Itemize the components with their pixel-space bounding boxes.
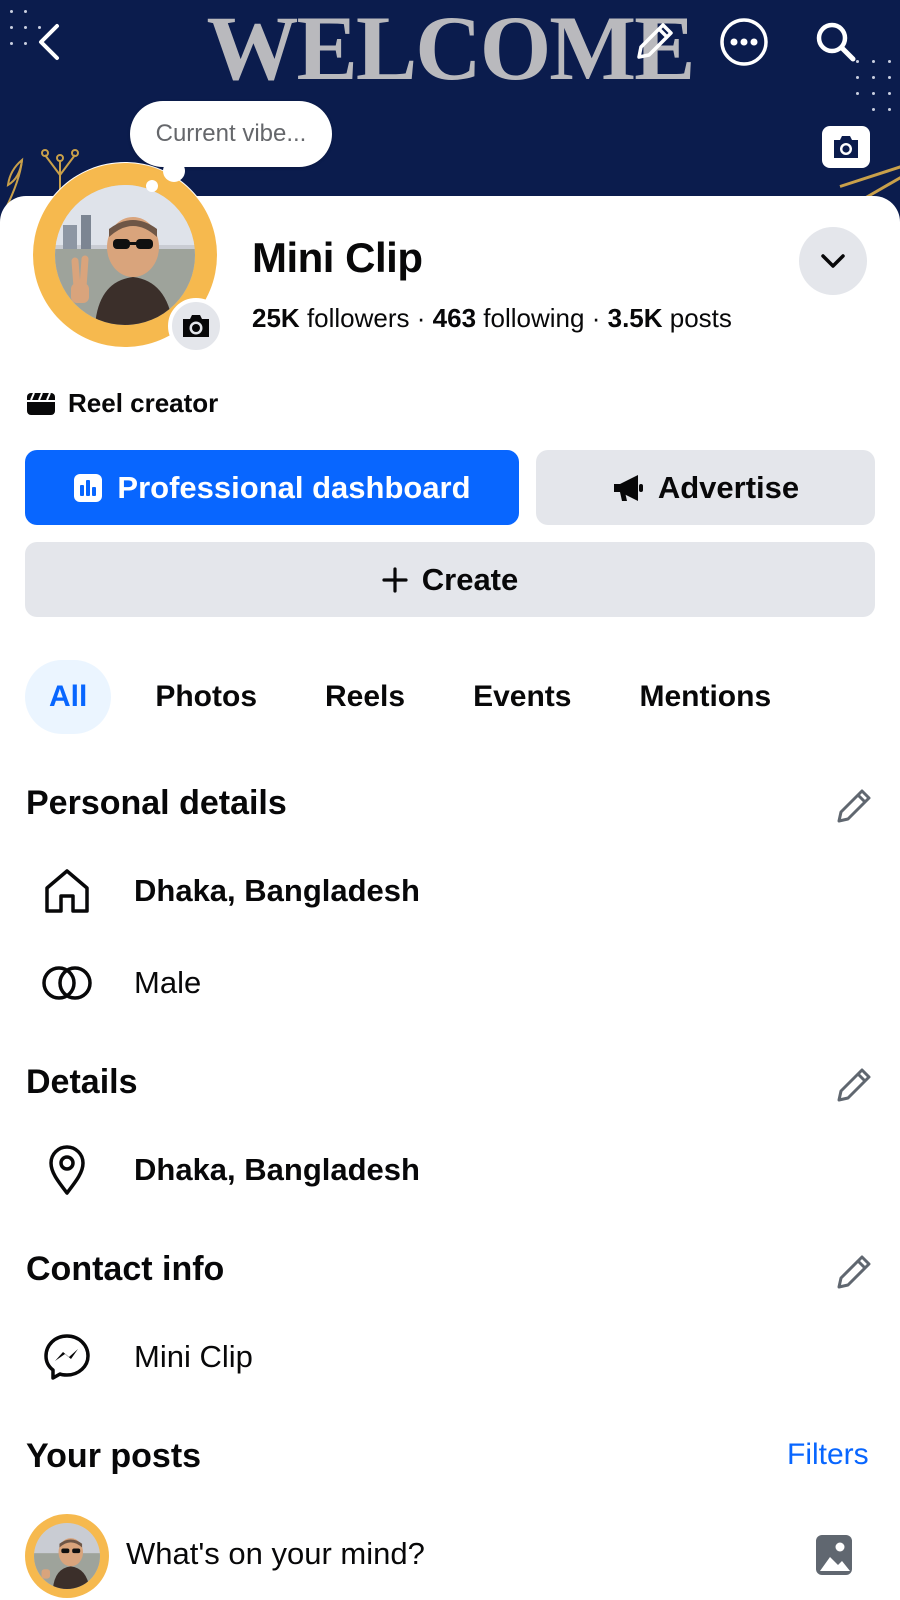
profile-name: Mini Clip [252,234,423,281]
photo-icon [814,1533,854,1577]
following-link[interactable]: 463 following [433,303,585,333]
location-text: Dhaka, Bangladesh [134,1152,420,1187]
create-label: Create [421,561,519,597]
dashboard-chart-icon [73,473,103,503]
messenger-text: Mini Clip [134,1339,253,1374]
your-posts-title: Your posts [26,1437,202,1475]
pencil-icon [834,1065,874,1105]
gender-icon [40,956,94,1010]
filters-link[interactable]: Filters [787,1438,869,1472]
plus-icon [382,566,408,593]
camera-icon [180,312,212,340]
avatar-photo [55,185,195,325]
create-button[interactable]: Create [25,542,875,617]
contact-info-title: Contact info [26,1250,225,1288]
search-icon[interactable] [810,16,862,68]
more-icon[interactable] [718,16,770,68]
profile-options-button[interactable] [799,227,867,295]
professional-dashboard-label: Professional dashboard [117,469,471,505]
gender-text: Male [134,965,202,1000]
profile-tabs: All Photos Reels Events Mentions [25,660,815,734]
edit-details-button[interactable] [834,1065,874,1105]
tab-events[interactable]: Events [449,660,595,734]
reel-creator-label: Reel creator [68,388,219,418]
edit-personal-details-button[interactable] [834,786,874,826]
edit-contact-info-button[interactable] [834,1252,874,1292]
chevron-down-icon [819,252,847,270]
clapperboard-icon [26,392,56,416]
pencil-icon[interactable] [628,16,680,68]
avatar-photo [34,1523,100,1589]
reel-creator-badge: Reel creator [26,388,218,419]
tab-photos[interactable]: Photos [131,660,281,734]
status-note-bubble[interactable]: Current vibe... [130,101,332,167]
camera-icon [831,134,861,160]
location-pin-icon [40,1143,94,1197]
detail-row-location: Dhaka, Bangladesh [40,1143,420,1197]
tab-reels[interactable]: Reels [301,660,429,734]
back-arrow-icon[interactable] [24,16,76,68]
add-photo-button[interactable] [814,1533,854,1577]
composer-avatar[interactable] [25,1514,109,1598]
pencil-icon [834,1252,874,1292]
detail-row-gender: Male [40,956,201,1010]
cover-camera-button[interactable] [822,126,870,168]
tab-mentions[interactable]: Mentions [615,660,795,734]
status-bubble-tail [146,180,158,192]
status-bubble-tail [163,160,185,182]
messenger-icon [40,1330,94,1384]
advertise-label: Advertise [657,469,800,505]
avatar-camera-button[interactable] [168,298,224,354]
hometown-text: Dhaka, Bangladesh [134,873,420,908]
advertise-button[interactable]: Advertise [536,450,875,525]
followers-link[interactable]: 25K followers [252,303,410,333]
tab-all[interactable]: All [25,660,112,734]
status-note-text: Current vibe... [155,120,307,147]
posts-count: 3.5K posts [607,303,732,333]
detail-row-hometown: Dhaka, Bangladesh [40,864,420,918]
composer-input[interactable]: What's on your mind? [126,1536,425,1572]
pencil-icon [834,786,874,826]
megaphone-icon [612,473,644,503]
detail-row-messenger: Mini Clip [40,1330,253,1384]
personal-details-title: Personal details [26,784,287,822]
home-icon [40,864,94,918]
profile-stats: 25K followers · 463 following · 3.5K pos… [252,303,732,333]
professional-dashboard-button[interactable]: Professional dashboard [25,450,519,525]
details-title: Details [26,1063,138,1101]
